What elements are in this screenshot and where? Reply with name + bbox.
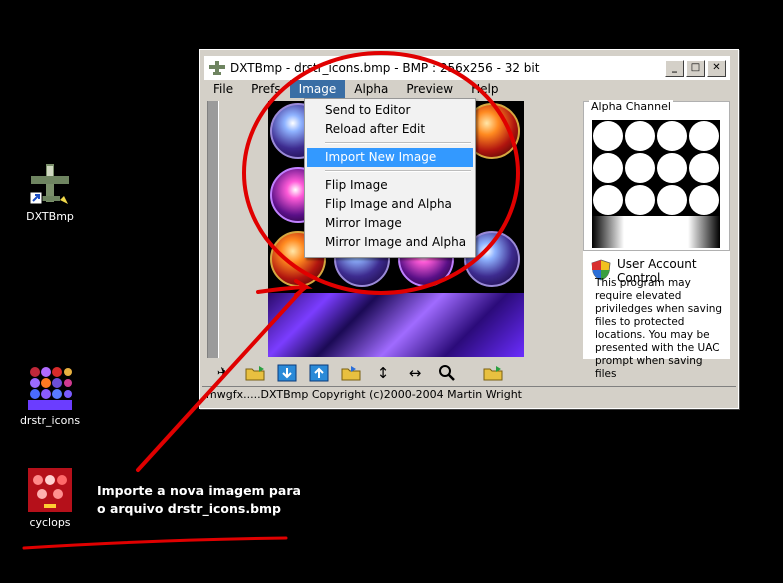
menu-prefs[interactable]: Prefs bbox=[242, 80, 290, 98]
minimize-button[interactable]: _ bbox=[665, 60, 684, 77]
export-icon[interactable] bbox=[308, 363, 330, 383]
desktop-icon-label: DXTBmp bbox=[26, 210, 74, 223]
dxtbmp-airplane-icon bbox=[28, 162, 72, 206]
menu-item-send-to-editor[interactable]: Send to Editor bbox=[307, 101, 473, 120]
alpha-channel-label: Alpha Channel bbox=[589, 100, 673, 113]
alpha-channel-preview bbox=[592, 120, 720, 248]
purple-texture-band bbox=[268, 293, 524, 357]
menu-item-import-new-image[interactable]: Import New Image bbox=[307, 148, 473, 167]
desktop-icon-label: drstr_icons bbox=[19, 414, 81, 427]
menu-preview[interactable]: Preview bbox=[397, 80, 462, 98]
menu-file[interactable]: File bbox=[204, 80, 242, 98]
menu-help[interactable]: Help bbox=[462, 80, 507, 98]
close-button[interactable]: ✕ bbox=[707, 60, 726, 77]
open-folder-icon[interactable] bbox=[244, 363, 266, 383]
menu-item-flip-image[interactable]: Flip Image bbox=[307, 176, 473, 195]
window-title: DXTBmp - drstr_icons.bmp - BMP : 256x256… bbox=[230, 61, 540, 75]
zoom-icon[interactable] bbox=[436, 363, 458, 383]
desktop-icon-cyclops[interactable]: cyclops bbox=[15, 468, 85, 529]
import-icon[interactable] bbox=[276, 363, 298, 383]
desktop-icon-drstr-icons[interactable]: drstr_icons bbox=[15, 366, 85, 427]
folder-arrow-icon[interactable] bbox=[340, 363, 362, 383]
menu-alpha[interactable]: Alpha bbox=[345, 80, 397, 98]
menu-separator bbox=[325, 142, 471, 144]
image-thumbnail-icon bbox=[28, 366, 72, 410]
folder-icon[interactable] bbox=[482, 363, 504, 383]
menu-item-reload-after-edit[interactable]: Reload after Edit bbox=[307, 120, 473, 139]
menu-separator bbox=[325, 170, 471, 172]
annotation-underline bbox=[22, 536, 288, 550]
flip-horizontal-icon[interactable]: ↔ bbox=[404, 363, 426, 383]
annotation-text: Importe a nova imagem para o arquivo drs… bbox=[97, 483, 301, 516]
status-bar: mwgfx.....DXTBmp Copyright (c)2000-2004 … bbox=[202, 386, 736, 402]
app-airplane-icon bbox=[208, 60, 226, 76]
airplane-icon[interactable]: ✈ bbox=[212, 363, 234, 383]
vertical-scrollbar[interactable] bbox=[207, 101, 219, 358]
maximize-button[interactable]: □ bbox=[686, 60, 705, 77]
menu-bar: File Prefs Image Alpha Preview Help bbox=[204, 80, 730, 98]
toolbar: ✈ ↕ ↔ bbox=[212, 362, 504, 384]
menu-item-mirror-image[interactable]: Mirror Image bbox=[307, 214, 473, 233]
right-panel: Alpha Channel User Account Control This … bbox=[583, 100, 730, 380]
desktop-icon-label: cyclops bbox=[29, 516, 71, 529]
menu-item-flip-image-and-alpha[interactable]: Flip Image and Alpha bbox=[307, 195, 473, 214]
flip-vertical-icon[interactable]: ↕ bbox=[372, 363, 394, 383]
menu-item-mirror-image-and-alpha[interactable]: Mirror Image and Alpha bbox=[307, 233, 473, 252]
uac-message: This program may require elevated privil… bbox=[595, 277, 723, 380]
dxtbmp-window: DXTBmp - drstr_icons.bmp - BMP : 256x256… bbox=[199, 49, 739, 409]
menu-image[interactable]: Image bbox=[289, 80, 346, 98]
alpha-channel-group: Alpha Channel bbox=[583, 100, 730, 251]
desktop-icon-dxtbmp[interactable]: DXTBmp bbox=[15, 162, 85, 223]
image-thumbnail-icon bbox=[28, 468, 72, 512]
title-bar[interactable]: DXTBmp - drstr_icons.bmp - BMP : 256x256… bbox=[204, 56, 730, 80]
image-menu-dropdown: Send to Editor Reload after Edit Import … bbox=[304, 98, 476, 258]
